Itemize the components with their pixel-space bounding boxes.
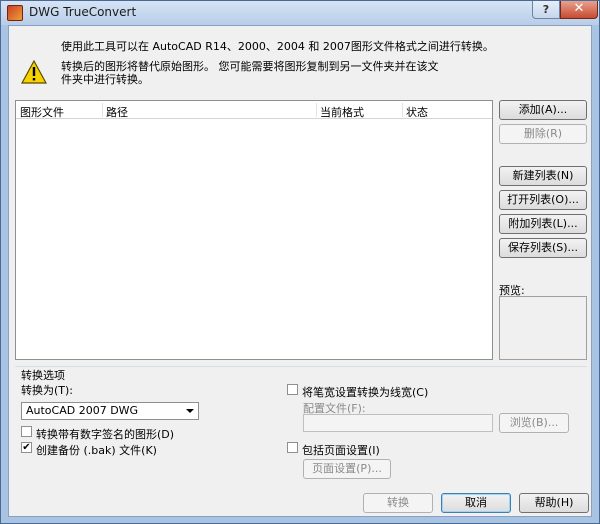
dialog-window: DWG TrueConvert ? ✕ 使用此工具可以在 AutoCAD R14… — [0, 0, 600, 524]
pen-width-checkbox[interactable] — [287, 384, 298, 395]
dialog-client: 使用此工具可以在 AutoCAD R14、2000、2004 和 2007图形文… — [8, 25, 592, 517]
column-header-format[interactable]: 当前格式 — [320, 104, 364, 120]
close-icon[interactable]: ✕ — [560, 1, 598, 19]
create-backup-label[interactable]: 创建备份 (.bak) 文件(K) — [36, 442, 157, 458]
column-header-path[interactable]: 路径 — [106, 104, 128, 120]
convert-to-value: AutoCAD 2007 DWG — [26, 404, 139, 417]
warning-icon — [21, 60, 47, 84]
help-icon[interactable]: ? — [532, 1, 560, 19]
browse-button[interactable]: 浏览(B)... — [499, 413, 569, 433]
column-divider[interactable] — [316, 103, 317, 117]
config-file-field[interactable] — [303, 414, 493, 432]
convert-button[interactable]: 转换 — [363, 493, 433, 513]
save-list-button[interactable]: 保存列表(S)... — [499, 238, 587, 258]
append-list-button[interactable]: 附加列表(L)... — [499, 214, 587, 234]
column-divider[interactable] — [402, 103, 403, 117]
list-header: 图形文件 路径 当前格式 状态 — [16, 101, 492, 119]
pen-width-label[interactable]: 将笔宽设置转换为线宽(C) — [302, 384, 428, 400]
convert-signed-label[interactable]: 转换带有数字签名的图形(D) — [36, 426, 174, 442]
column-header-status[interactable]: 状态 — [406, 104, 428, 120]
warning-text: 转换后的图形将替代原始图形。 您可能需要将图形复制到另一文件夹并在该文件夹中进行… — [61, 60, 439, 86]
cancel-button[interactable]: 取消 — [441, 493, 511, 513]
options-group-title: 转换选项 — [21, 369, 65, 382]
page-setup-label[interactable]: 包括页面设置(I) — [302, 442, 380, 458]
column-divider[interactable] — [102, 103, 103, 117]
page-setup-button[interactable]: 页面设置(P)... — [303, 459, 391, 479]
group-divider — [15, 366, 587, 367]
app-icon — [7, 5, 23, 21]
window-title: DWG TrueConvert — [29, 5, 137, 19]
help-button[interactable]: 帮助(H) — [519, 493, 589, 513]
open-list-button[interactable]: 打开列表(O)... — [499, 190, 587, 210]
remove-button[interactable]: 删除(R) — [499, 124, 587, 144]
preview-pane — [499, 296, 587, 360]
convert-to-select[interactable]: AutoCAD 2007 DWG — [21, 402, 199, 420]
convert-to-label: 转换为(T): — [21, 384, 74, 397]
add-button[interactable]: 添加(A)... — [499, 100, 587, 120]
title-bar: DWG TrueConvert ? ✕ — [1, 1, 599, 25]
chevron-down-icon — [186, 409, 194, 413]
file-list[interactable]: 图形文件 路径 当前格式 状态 — [15, 100, 493, 360]
convert-signed-checkbox[interactable] — [21, 426, 32, 437]
column-header-drawing[interactable]: 图形文件 — [20, 104, 64, 120]
info-text: 使用此工具可以在 AutoCAD R14、2000、2004 和 2007图形文… — [61, 40, 494, 53]
create-backup-checkbox[interactable]: ✔ — [21, 442, 32, 453]
new-list-button[interactable]: 新建列表(N) — [499, 166, 587, 186]
page-setup-checkbox[interactable] — [287, 442, 298, 453]
